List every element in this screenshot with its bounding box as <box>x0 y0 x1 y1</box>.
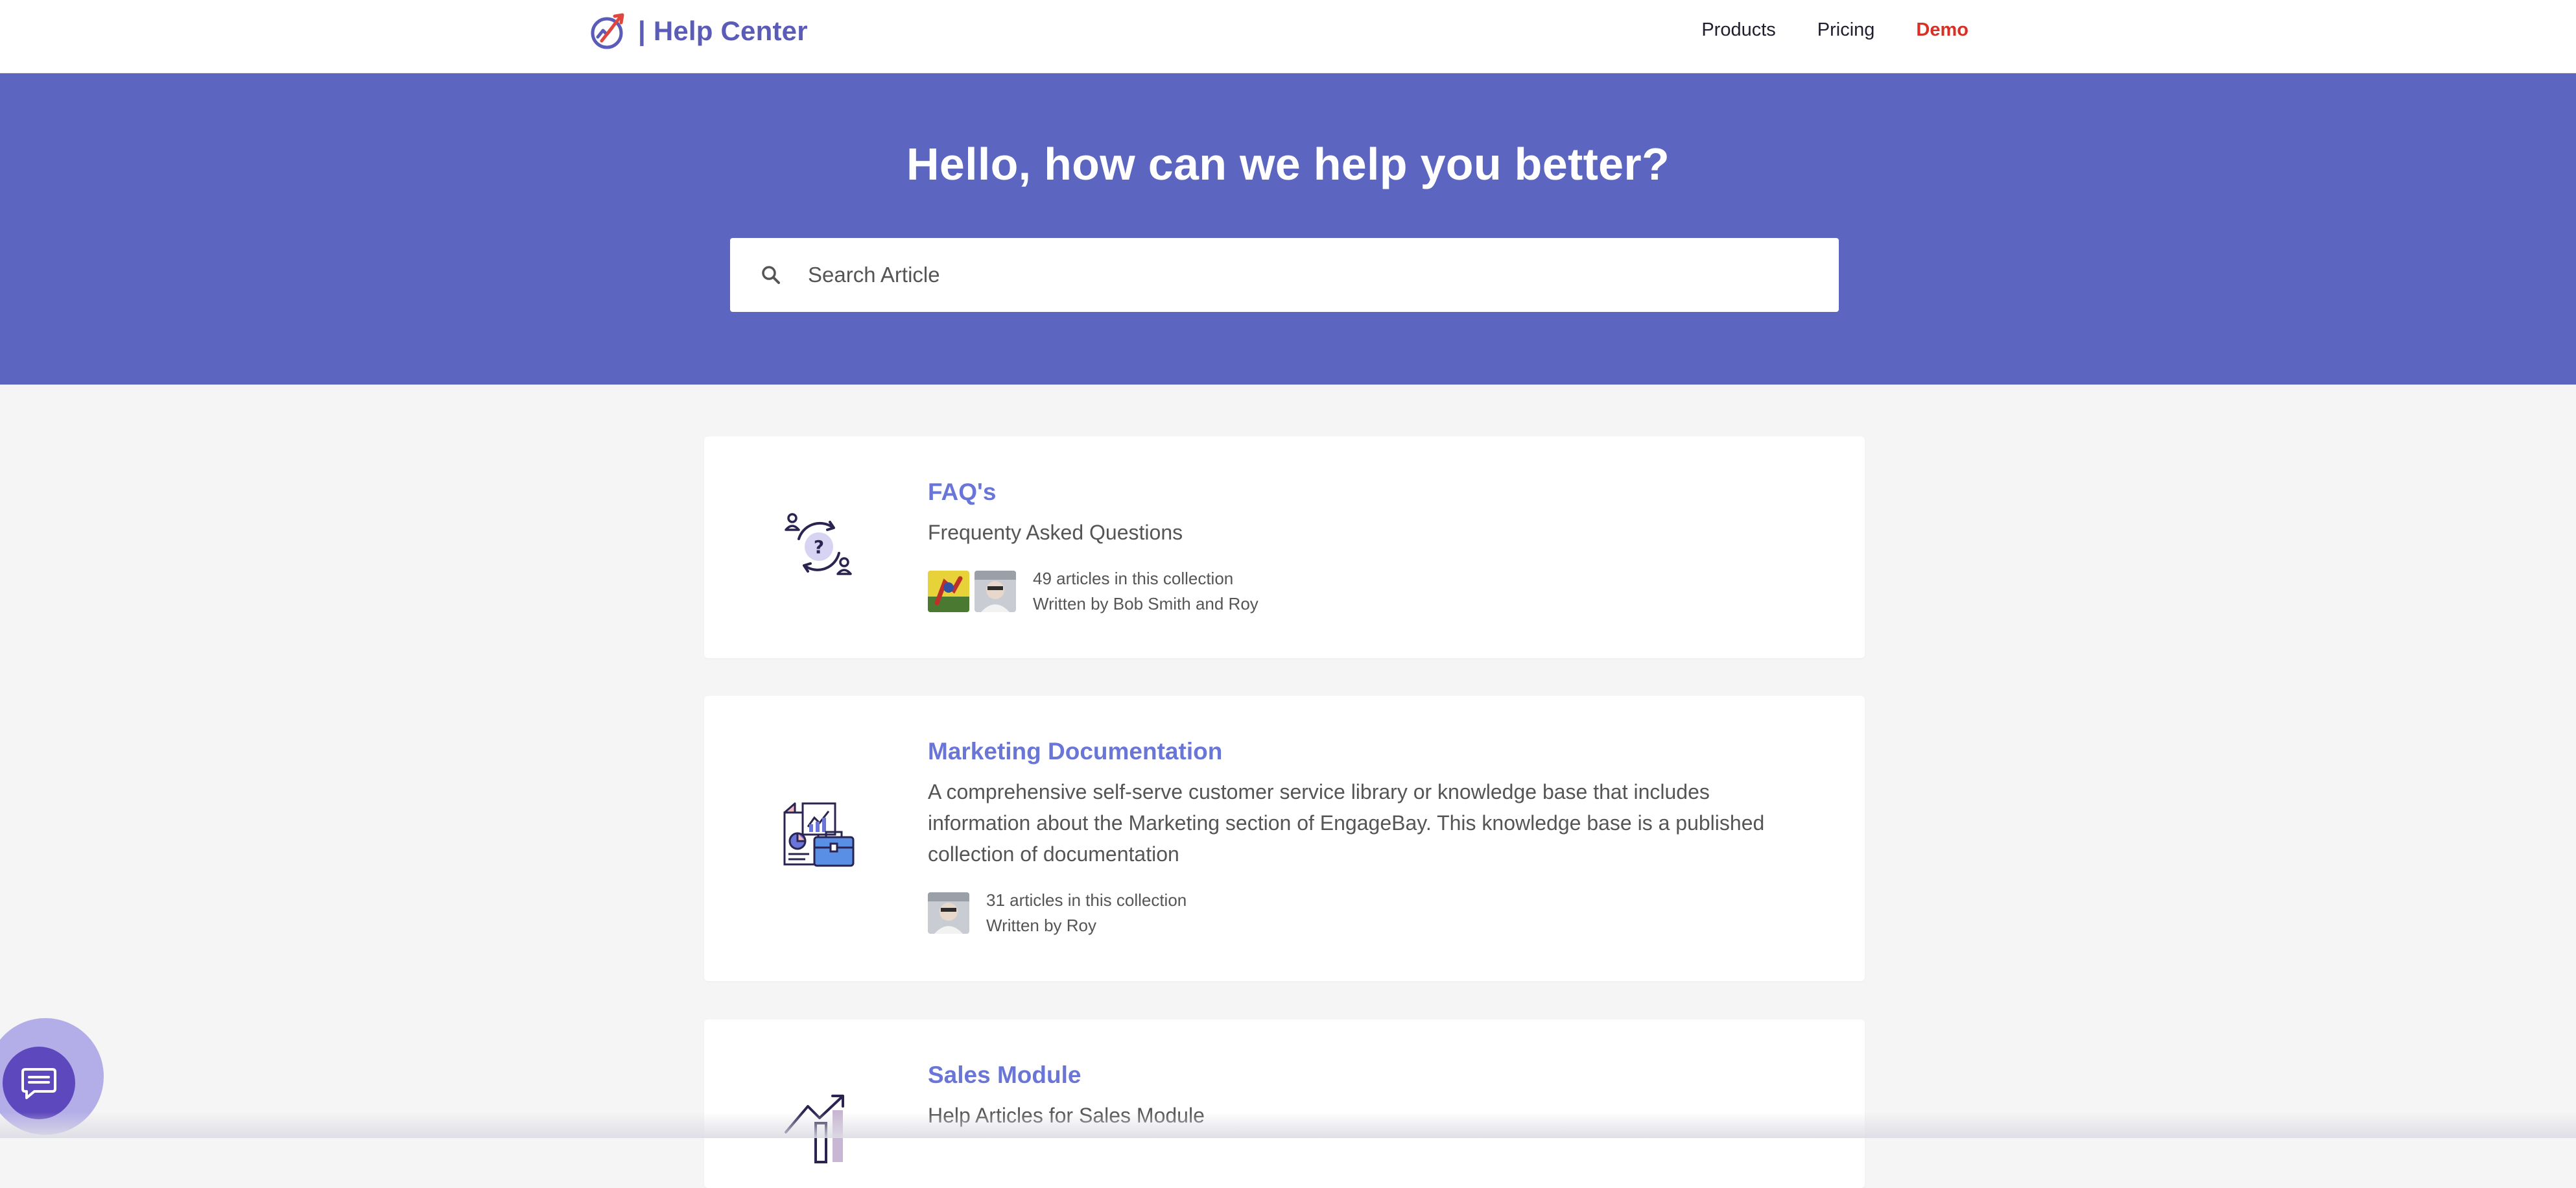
authors-line: Written by Roy <box>986 916 1097 936</box>
hero-title: Hello, how can we help you better? <box>906 139 1670 189</box>
article-count: 49 articles in this collection <box>1033 569 1234 589</box>
author-avatar-bob <box>928 571 969 613</box>
chat-launcher-button[interactable] <box>3 1047 75 1119</box>
search-icon <box>762 266 780 284</box>
engagebay-logo-icon <box>591 13 624 49</box>
marketing-documents-icon <box>783 802 855 867</box>
nav-demo-link[interactable]: Demo <box>1916 19 1968 41</box>
collection-title[interactable]: FAQ's <box>928 477 1806 508</box>
collection-description: Frequenty Asked Questions <box>928 521 1183 545</box>
collection-meta: 31 articles in this collection Written b… <box>928 888 1806 938</box>
card-body: FAQ's Frequenty Asked Questions 49 artic… <box>928 477 1806 617</box>
svg-text:?: ? <box>814 536 824 558</box>
faq-question-cycle-icon: ? <box>785 513 852 575</box>
collection-title[interactable]: Marketing Documentation <box>928 736 1806 767</box>
search-box[interactable] <box>730 238 1839 312</box>
nav-pricing-link[interactable]: Pricing <box>1817 19 1875 41</box>
search-article-input[interactable] <box>807 262 1782 288</box>
collection-card-sales-module[interactable]: Sales Module Help Articles for Sales Mod… <box>704 1019 1865 1188</box>
collection-description: A comprehensive self-serve customer serv… <box>928 780 1765 866</box>
hero-banner: Hello, how can we help you better? <box>0 73 2576 385</box>
brand-logo-link[interactable]: | Help Center <box>589 11 808 51</box>
author-avatars <box>928 892 975 934</box>
collection-meta: 49 articles in this collection Written b… <box>928 566 1806 617</box>
collection-meta-text: 49 articles in this collection Written b… <box>1033 566 1258 617</box>
top-navigation-bar: | Help Center Products Pricing Demo <box>0 0 2576 73</box>
author-avatars <box>928 571 1021 613</box>
main-nav: Products Pricing Demo <box>1660 0 1968 60</box>
nav-products-link[interactable]: Products <box>1701 19 1775 41</box>
collection-title[interactable]: Sales Module <box>928 1060 1806 1091</box>
authors-line: Written by Bob Smith and Roy <box>1033 594 1258 614</box>
chat-bubble-icon <box>21 1068 56 1099</box>
scroll-fade-overlay <box>0 1112 2576 1138</box>
brand-title: | Help Center <box>638 16 808 46</box>
author-avatar-roy <box>975 571 1016 613</box>
card-body: Marketing Documentation A comprehensive … <box>928 736 1806 938</box>
collection-meta-text: 31 articles in this collection Written b… <box>986 888 1187 938</box>
article-count: 31 articles in this collection <box>986 890 1187 910</box>
collection-card-faqs[interactable]: ? FAQ's Frequenty Asked Questions 49 art… <box>704 436 1865 658</box>
author-avatar-roy <box>928 892 969 934</box>
collection-card-marketing-documentation[interactable]: Marketing Documentation A comprehensive … <box>704 696 1865 981</box>
